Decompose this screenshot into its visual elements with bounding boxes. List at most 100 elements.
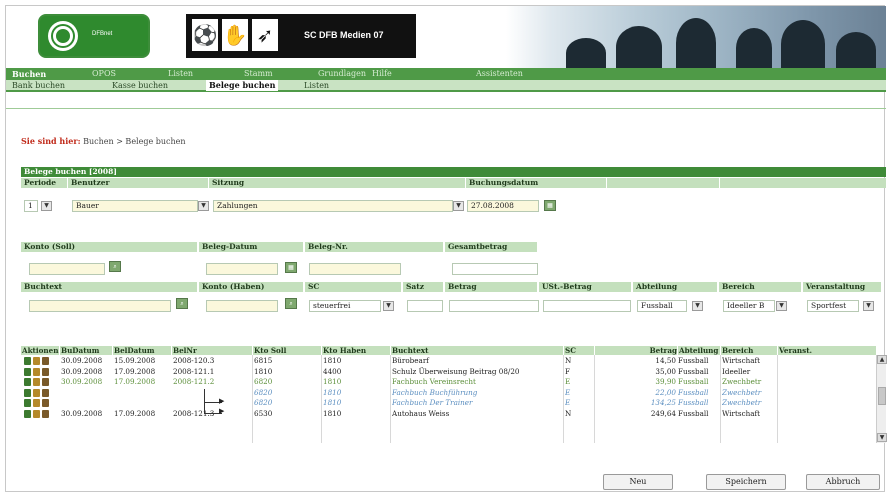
- col-kto-haben[interactable]: Kto Haben: [322, 346, 390, 355]
- col-sc[interactable]: SC: [564, 346, 594, 355]
- subnav-item-kasse-buchen[interactable]: Kasse buchen: [112, 81, 168, 90]
- lookup-icon[interactable]: ⌕: [109, 261, 121, 272]
- cell-sc: E: [565, 377, 571, 386]
- edit-icon[interactable]: [24, 368, 31, 376]
- edit-icon[interactable]: [24, 357, 31, 365]
- cell-sc: E: [565, 388, 571, 397]
- nav-item-listen[interactable]: Listen: [168, 69, 193, 78]
- konto-soll-label: Konto (Soll): [21, 242, 197, 252]
- chevron-down-icon[interactable]: ▼: [863, 301, 874, 311]
- calendar-icon[interactable]: ▦: [285, 262, 297, 273]
- delete-icon[interactable]: [42, 378, 49, 386]
- chevron-down-icon[interactable]: ▼: [383, 301, 394, 311]
- col-budatum[interactable]: BuDatum: [60, 346, 112, 355]
- satz-input[interactable]: [407, 300, 443, 312]
- col-aktionen[interactable]: Aktionen: [21, 346, 59, 355]
- chevron-down-icon[interactable]: ▼: [198, 201, 209, 211]
- cell-beldatum: [114, 398, 172, 408]
- cell-budatum: [61, 388, 113, 398]
- split-icon[interactable]: [33, 389, 40, 397]
- sc-select[interactable]: steuerfrei: [309, 300, 381, 312]
- split-icon[interactable]: [33, 357, 40, 365]
- betrag-input[interactable]: [449, 300, 539, 312]
- veranstaltung-select[interactable]: Sportfest: [807, 300, 859, 312]
- beleg-datum-input[interactable]: [206, 263, 278, 275]
- split-icon[interactable]: [33, 368, 40, 376]
- table-row[interactable]: 6820 1810 Fachbuch Der Trainer E 134,25 Fussb…: [21, 398, 881, 408]
- cell-beldatum: 17.09.2008: [114, 377, 156, 386]
- cell-budatum: 30.09.2008: [61, 377, 103, 386]
- lookup-icon[interactable]: ⌕: [176, 298, 188, 309]
- nav-item-grundlagen[interactable]: Grundlagen: [318, 69, 366, 78]
- col-belnr[interactable]: BelNr: [172, 346, 252, 355]
- scroll-down-icon[interactable]: ▼: [877, 433, 887, 442]
- delete-icon[interactable]: [42, 399, 49, 407]
- benutzer-label: Benutzer: [68, 178, 208, 188]
- bereich-select[interactable]: Ideeller B: [723, 300, 775, 312]
- nav-item-opos[interactable]: OPOS: [92, 69, 116, 78]
- scroll-up-icon[interactable]: ▲: [877, 355, 887, 364]
- lookup-icon[interactable]: ⌕: [285, 298, 297, 309]
- abteilung-select[interactable]: Fussball: [637, 300, 687, 312]
- cancel-button[interactable]: Abbruch: [806, 474, 880, 490]
- col-abteilung[interactable]: Abteilung: [678, 346, 720, 355]
- col-bereich[interactable]: Bereich: [721, 346, 777, 355]
- subnav-item-listen[interactable]: Listen: [304, 81, 329, 90]
- nav-item-hilfe[interactable]: Hilfe: [372, 69, 392, 78]
- table-row[interactable]: 30.09.2008 17.09.2008 2008-121.2 6820 1810 Fa…: [21, 377, 881, 387]
- edit-icon[interactable]: [24, 410, 31, 418]
- col-beldatum[interactable]: BelDatum: [113, 346, 171, 355]
- breadcrumb-path[interactable]: Buchen > Belege buchen: [83, 137, 185, 146]
- delete-icon[interactable]: [42, 368, 49, 376]
- split-icon[interactable]: [33, 399, 40, 407]
- cell-betrag: 134,25: [650, 398, 676, 407]
- sitzung-select[interactable]: Zahlungen: [213, 200, 453, 212]
- ust-betrag-input[interactable]: [543, 300, 631, 312]
- subnav-item-bank-buchen[interactable]: Bank buchen: [12, 81, 65, 90]
- nav-item-buchen[interactable]: Buchen: [12, 69, 46, 79]
- new-button[interactable]: Neu: [603, 474, 673, 490]
- table-row[interactable]: 6820 1810 Fachbuch Buchführung E 22,00 Fussba…: [21, 388, 881, 398]
- subnav-item-belege-buchen[interactable]: Belege buchen: [206, 80, 279, 91]
- delete-icon[interactable]: [42, 357, 49, 365]
- col-veranst[interactable]: Veranst.: [778, 346, 876, 355]
- table-row[interactable]: 30.09.2008 17.09.2008 2008-121.3 6530 1810 Au…: [21, 409, 881, 419]
- chevron-down-icon[interactable]: ▼: [453, 201, 464, 211]
- edit-icon[interactable]: [24, 399, 31, 407]
- col-betrag[interactable]: Betrag: [595, 346, 677, 355]
- cell-betrag: 249,64: [650, 409, 676, 418]
- beleg-nr-input[interactable]: [309, 263, 401, 275]
- save-button[interactable]: Speichern: [706, 474, 786, 490]
- edit-icon[interactable]: [24, 389, 31, 397]
- edit-icon[interactable]: [24, 378, 31, 386]
- dfbnet-logo: DFBnet: [38, 14, 150, 58]
- chevron-down-icon[interactable]: ▼: [776, 301, 787, 311]
- grid-scrollbar[interactable]: ▲ ▼: [876, 355, 887, 443]
- chevron-down-icon[interactable]: ▼: [692, 301, 703, 311]
- calendar-icon[interactable]: ▦: [544, 200, 556, 211]
- konto-soll-input[interactable]: [29, 263, 105, 275]
- buchungsdatum-field[interactable]: 27.08.2008: [467, 200, 539, 212]
- cell-beldatum: 15.09.2008: [114, 356, 156, 365]
- benutzer-select[interactable]: Bauer: [72, 200, 198, 212]
- col-kto-soll[interactable]: Kto Soll: [253, 346, 321, 355]
- konto-haben-input[interactable]: [206, 300, 278, 312]
- table-row[interactable]: 30.09.2008 17.09.2008 2008-121.1 1810 4400 Sc…: [21, 367, 881, 377]
- col-buchtext[interactable]: Buchtext: [391, 346, 563, 355]
- chevron-down-icon[interactable]: ▼: [41, 201, 52, 211]
- delete-icon[interactable]: [42, 410, 49, 418]
- buchtext-input[interactable]: [29, 300, 171, 312]
- nav-item-assistenten[interactable]: Assistenten: [476, 69, 523, 78]
- table-row[interactable]: 30.09.2008 15.09.2008 2008-120.3 6815 1810 Bü…: [21, 356, 881, 366]
- nav-item-stamm[interactable]: Stamm: [244, 69, 273, 78]
- cell-haben: 1810: [323, 398, 342, 407]
- scroll-thumb[interactable]: [878, 387, 886, 405]
- abteilung-label: Abteilung: [633, 282, 717, 292]
- delete-icon[interactable]: [42, 389, 49, 397]
- split-icon[interactable]: [33, 378, 40, 386]
- gesamtbetrag-input[interactable]: [452, 263, 538, 275]
- cell-belnr: 2008-120.3: [173, 356, 215, 365]
- split-icon[interactable]: [33, 410, 40, 418]
- cell-budatum: 30.09.2008: [61, 356, 103, 365]
- periode-select[interactable]: 1: [24, 200, 38, 212]
